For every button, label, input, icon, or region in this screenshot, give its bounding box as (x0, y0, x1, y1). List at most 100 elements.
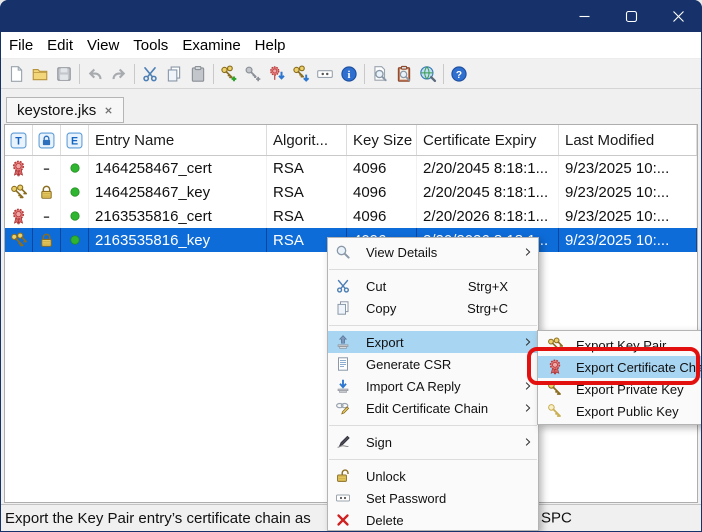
edit-chain-icon (334, 400, 352, 416)
context-menu-item-cut[interactable]: CutStrg+X (328, 275, 538, 297)
certificate-expiry-cell: 2/20/2045 8:18:1... (417, 180, 559, 204)
generate-keypair-icon (220, 65, 238, 83)
context-menu-item-delete[interactable]: Delete (328, 509, 538, 531)
close-button[interactable] (655, 0, 702, 32)
redo-icon (110, 65, 128, 83)
maximize-button[interactable] (608, 0, 655, 32)
context-menu-item-generate-csr[interactable]: Generate CSR (328, 353, 538, 375)
table-header-row: T EEntry NameAlgorit...Key SizeCertificat… (5, 125, 697, 156)
status-text: Export the Key Pair entry’s certificate … (5, 510, 311, 527)
context-menu-item-sign[interactable]: Sign (328, 431, 538, 453)
key-size-cell: 4096 (347, 204, 417, 228)
context-menu-item-edit-certificate-chain[interactable]: Edit Certificate Chain (328, 397, 538, 419)
menu-examine[interactable]: Examine (175, 34, 247, 57)
menu-tools[interactable]: Tools (126, 34, 175, 57)
tab-close-icon[interactable] (104, 106, 113, 115)
save-button[interactable] (52, 62, 76, 86)
column-header-algorit[interactable]: Algorit... (267, 125, 347, 155)
submenu-item-export-key-pair[interactable]: Export Key Pair (538, 334, 702, 356)
entry-row-2163535816-cert[interactable]: 2163535816_certRSA40962/20/2026 8:18:1..… (5, 204, 697, 228)
entry-row-1464258467-cert[interactable]: 1464258467_certRSA40962/20/2045 8:18:1..… (5, 156, 697, 180)
menu-view[interactable]: View (80, 34, 126, 57)
examine-ssl-icon (419, 65, 437, 83)
tab-label: keystore.jks (17, 102, 96, 119)
menu-bar: FileEditViewToolsExamineHelp (0, 32, 702, 59)
column-header-certificate-expiry[interactable]: Certificate Expiry (417, 125, 559, 155)
last-modified-cell: 9/23/2025 10:... (559, 180, 697, 204)
generate-secret-key-button[interactable] (241, 62, 265, 86)
menu-item-label: Sign (366, 435, 392, 450)
import-keypair-button[interactable] (289, 62, 313, 86)
open-file-button[interactable] (28, 62, 52, 86)
hdr-type-icon: T (10, 132, 27, 149)
minimize-button[interactable] (561, 0, 608, 32)
examine-file-button[interactable] (368, 62, 392, 86)
undo-button[interactable] (83, 62, 107, 86)
entry-type-cell (5, 156, 33, 180)
entry-name-cell: 2163535816_cert (89, 204, 267, 228)
ribbon-icon (10, 208, 27, 225)
dash-icon (38, 208, 55, 225)
set-password-button[interactable] (313, 62, 337, 86)
examine-ssl-button[interactable] (416, 62, 440, 86)
menu-help[interactable]: Help (248, 34, 293, 57)
set-password-icon (334, 490, 352, 506)
status-keystore-type: SPC (541, 510, 572, 527)
export-icon (334, 334, 352, 350)
examine-clipboard-button[interactable] (392, 62, 416, 86)
context-menu-item-import-ca-reply[interactable]: Import CA Reply (328, 375, 538, 397)
context-menu-item-copy[interactable]: CopyStrg+C (328, 297, 538, 319)
column-header-hdr-expiry[interactable]: E (61, 125, 89, 155)
redo-button[interactable] (107, 62, 131, 86)
menu-item-label: Edit Certificate Chain (366, 401, 488, 416)
submenu-arrow-icon (525, 437, 531, 447)
menu-separator (328, 453, 538, 465)
import-trusted-cert-button[interactable] (265, 62, 289, 86)
menu-file[interactable]: File (2, 34, 40, 57)
column-header-hdr-type[interactable]: T (5, 125, 33, 155)
examine-clipboard-icon (395, 65, 413, 83)
column-header-hdr-lock[interactable] (33, 125, 61, 155)
column-header-entry-name[interactable]: Entry Name (89, 125, 267, 155)
submenu-arrow-icon (525, 247, 531, 257)
tab-bar: keystore.jks (0, 89, 702, 123)
menu-item-label: Set Password (366, 491, 446, 506)
context-menu-item-set-password[interactable]: Set Password (328, 487, 538, 509)
copy-icon (334, 300, 352, 316)
keypair-icon (10, 184, 27, 201)
properties-info-button[interactable]: i (337, 62, 361, 86)
menu-edit[interactable]: Edit (40, 34, 80, 57)
key-icon (546, 381, 564, 397)
submenu-item-export-certificate-chain[interactable]: Export Certificate Chain (538, 356, 702, 378)
entry-expiry-status-cell (61, 228, 89, 252)
tab-keystore-jks[interactable]: keystore.jks (6, 97, 124, 123)
submenu-item-export-public-key[interactable]: Export Public Key (538, 400, 702, 422)
context-menu-item-view-details[interactable]: View Details (328, 241, 538, 263)
algorithm-cell: RSA (267, 180, 347, 204)
svg-text:?: ? (456, 69, 462, 80)
help-button[interactable]: ? (447, 62, 471, 86)
generate-secret-key-icon (244, 65, 262, 83)
context-menu-item-unlock[interactable]: Unlock (328, 465, 538, 487)
column-header-last-modified[interactable]: Last Modified (559, 125, 697, 155)
lock-icon (38, 184, 55, 201)
key-size-cell: 4096 (347, 156, 417, 180)
submenu-arrow-icon (525, 403, 531, 413)
cut-button[interactable] (138, 62, 162, 86)
generate-keypair-button[interactable] (217, 62, 241, 86)
copy-button[interactable] (162, 62, 186, 86)
import-keypair-icon (292, 65, 310, 83)
csr-icon (334, 356, 352, 372)
set-password-icon (316, 65, 334, 83)
menu-separator (328, 419, 538, 431)
new-file-button[interactable] (4, 62, 28, 86)
column-header-key-size[interactable]: Key Size (347, 125, 417, 155)
algorithm-cell: RSA (267, 204, 347, 228)
submenu-item-export-private-key[interactable]: Export Private Key (538, 378, 702, 400)
unlock-icon (334, 468, 352, 484)
paste-button[interactable] (186, 62, 210, 86)
delete-icon (334, 512, 352, 528)
entry-row-1464258467-key[interactable]: 1464258467_keyRSA40962/20/2045 8:18:1...… (5, 180, 697, 204)
menu-item-shortcut: Strg+X (468, 279, 532, 294)
context-menu-item-export[interactable]: Export (328, 331, 538, 353)
